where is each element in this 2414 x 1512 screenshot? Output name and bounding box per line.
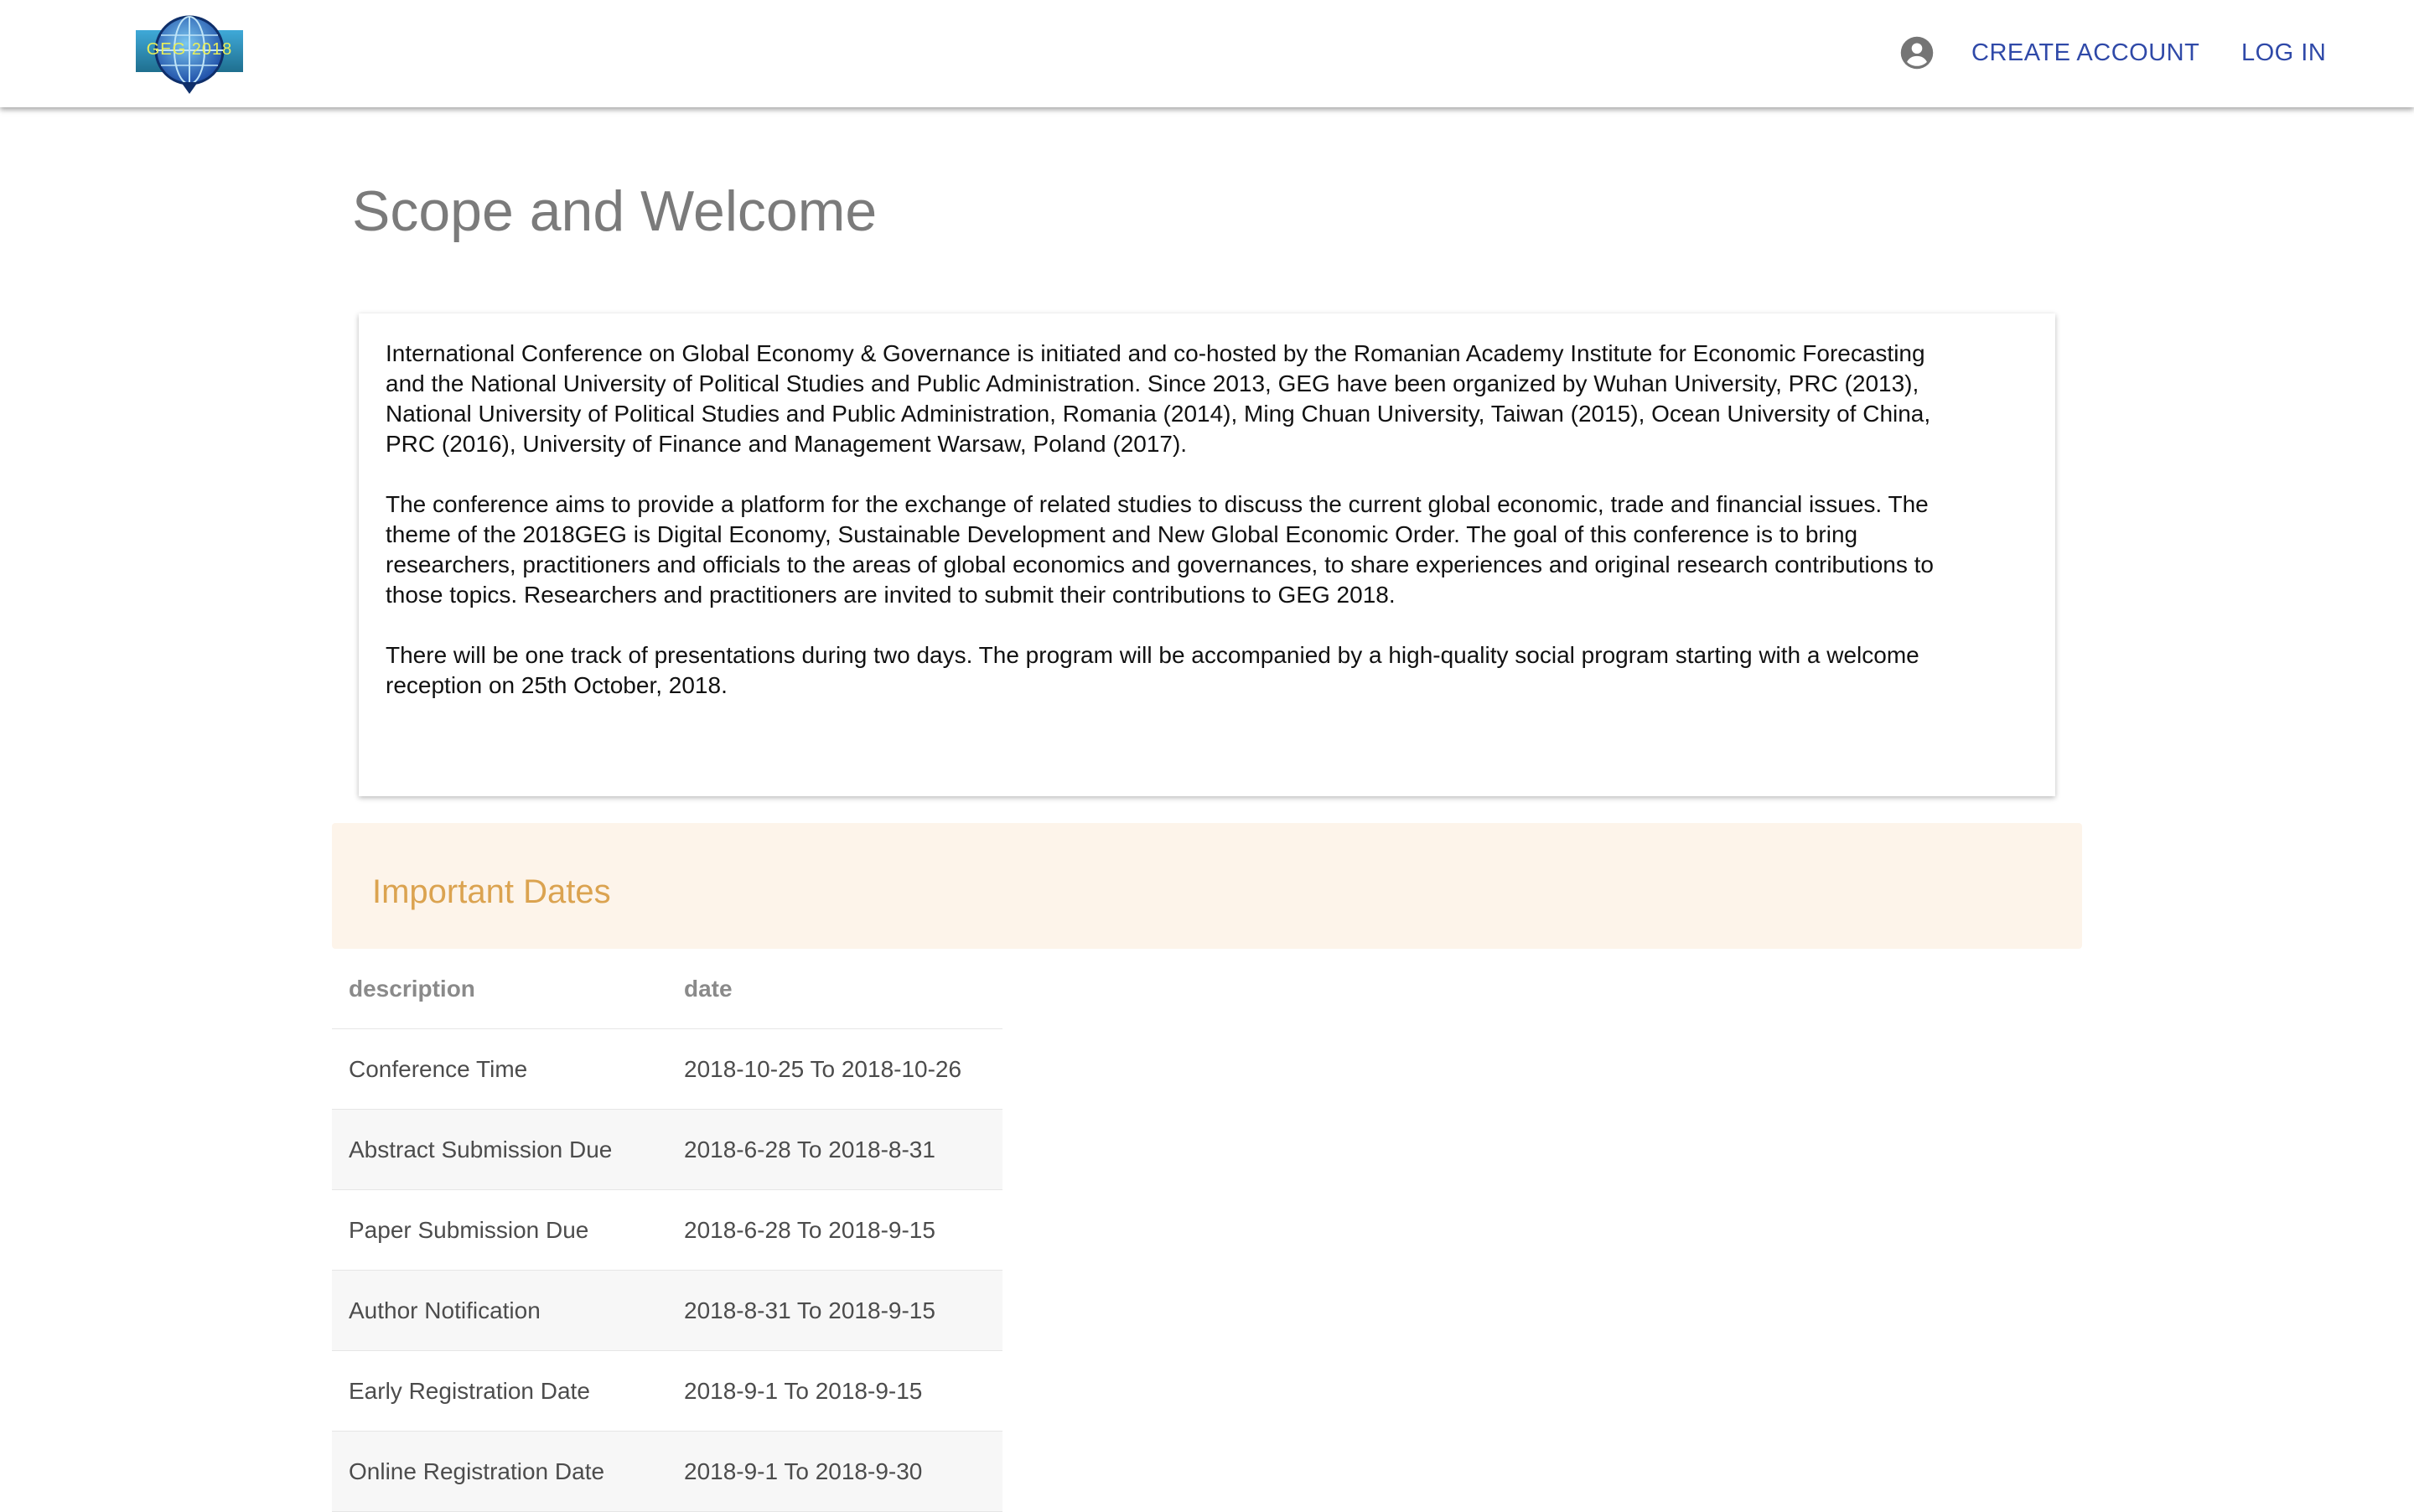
create-account-link[interactable]: CREATE ACCOUNT [1971, 37, 2199, 69]
column-header-description: description [332, 949, 667, 1029]
logo-text: GEG 2018 [146, 40, 233, 59]
date-description: Online Registration Date [332, 1431, 667, 1512]
date-range: 2018-8-31 To 2018-9-15 [667, 1270, 1002, 1351]
welcome-paragraph: There will be one track of presentations… [386, 642, 1919, 698]
table-row: Paper Submission Due 2018-6-28 To 2018-9… [332, 1189, 1002, 1271]
log-in-link[interactable]: LOG IN [2241, 37, 2326, 69]
date-description: Author Notification [332, 1270, 667, 1351]
table-row: Early Registration Date 2018-9-1 To 2018… [332, 1350, 1002, 1432]
account-circle-icon[interactable] [1899, 35, 1935, 70]
important-dates-title: Important Dates [372, 873, 611, 910]
date-range: 2018-6-28 To 2018-9-15 [667, 1189, 1002, 1271]
table-row: Author Notification 2018-8-31 To 2018-9-… [332, 1270, 1002, 1351]
date-range: 2018-10-25 To 2018-10-26 [667, 1028, 1002, 1110]
important-dates-table: description date Conference Time 2018-10… [332, 949, 1002, 1512]
page-title: Scope and Welcome [352, 179, 878, 243]
date-range: 2018-9-1 To 2018-9-15 [667, 1350, 1002, 1432]
table-row: Conference Time 2018-10-25 To 2018-10-26 [332, 1028, 1002, 1110]
top-app-bar: GEG 2018 CREATE ACCOUNT LOG IN [0, 0, 2414, 107]
table-row: Online Registration Date 2018-9-1 To 201… [332, 1431, 1002, 1512]
table-row: Abstract Submission Due 2018-6-28 To 201… [332, 1109, 1002, 1190]
date-description: Early Registration Date [332, 1350, 667, 1432]
date-range: 2018-6-28 To 2018-8-31 [667, 1109, 1002, 1190]
conference-logo[interactable]: GEG 2018 [134, 12, 245, 96]
date-range: 2018-9-1 To 2018-9-30 [667, 1431, 1002, 1512]
column-header-date: date [667, 949, 1002, 1029]
important-dates-header: Important Dates [332, 823, 2082, 949]
date-description: Abstract Submission Due [332, 1109, 667, 1190]
date-description: Paper Submission Due [332, 1189, 667, 1271]
welcome-paragraph: The conference aims to provide a platfor… [386, 491, 1934, 608]
welcome-card: International Conference on Global Econo… [359, 313, 2055, 796]
welcome-paragraph: International Conference on Global Econo… [386, 340, 1931, 457]
date-description: Conference Time [332, 1028, 667, 1110]
table-header-row: description date [332, 949, 1002, 1029]
